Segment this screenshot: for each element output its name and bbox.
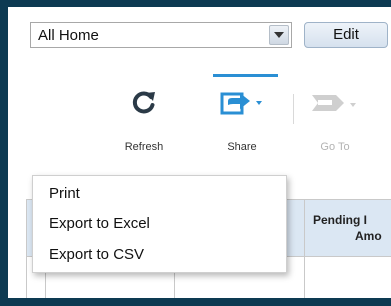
edit-button[interactable]: Edit (304, 22, 388, 48)
column-header-line1: Pending I (313, 213, 367, 227)
menu-item-export-csv[interactable]: Export to CSV (49, 246, 144, 263)
chevron-down-icon (274, 32, 284, 38)
window-frame-left (0, 0, 8, 306)
window-frame-bottom (0, 298, 391, 306)
window-frame-top (0, 0, 391, 7)
view-select[interactable]: All Home (30, 22, 292, 48)
menu-item-export-excel[interactable]: Export to Excel (49, 215, 150, 232)
share-label: Share (227, 141, 257, 153)
view-select-dropdown-button[interactable] (269, 25, 289, 45)
goto-button[interactable]: Go To (302, 85, 382, 155)
column-header-pending-amount[interactable]: Pending I Amo (313, 212, 391, 244)
goto-icon (312, 95, 356, 111)
main-panel: All Home Edit Refresh Share Go To Pendin… (8, 7, 391, 298)
goto-label: Go To (320, 141, 350, 153)
refresh-label: Refresh (124, 141, 164, 153)
column-header-line2: Amo (355, 229, 382, 243)
grid-column-line (304, 199, 305, 298)
refresh-button[interactable]: Refresh (104, 85, 184, 155)
grid-column-line (26, 199, 27, 298)
share-icon (220, 92, 262, 115)
share-active-indicator (213, 74, 278, 77)
menu-item-print[interactable]: Print (49, 185, 80, 202)
view-select-value: All Home (38, 27, 99, 44)
share-button[interactable]: Share (204, 85, 284, 155)
refresh-icon (132, 91, 155, 114)
toolbar-separator (293, 94, 294, 124)
share-context-menu: Print Export to Excel Export to CSV (32, 175, 287, 273)
